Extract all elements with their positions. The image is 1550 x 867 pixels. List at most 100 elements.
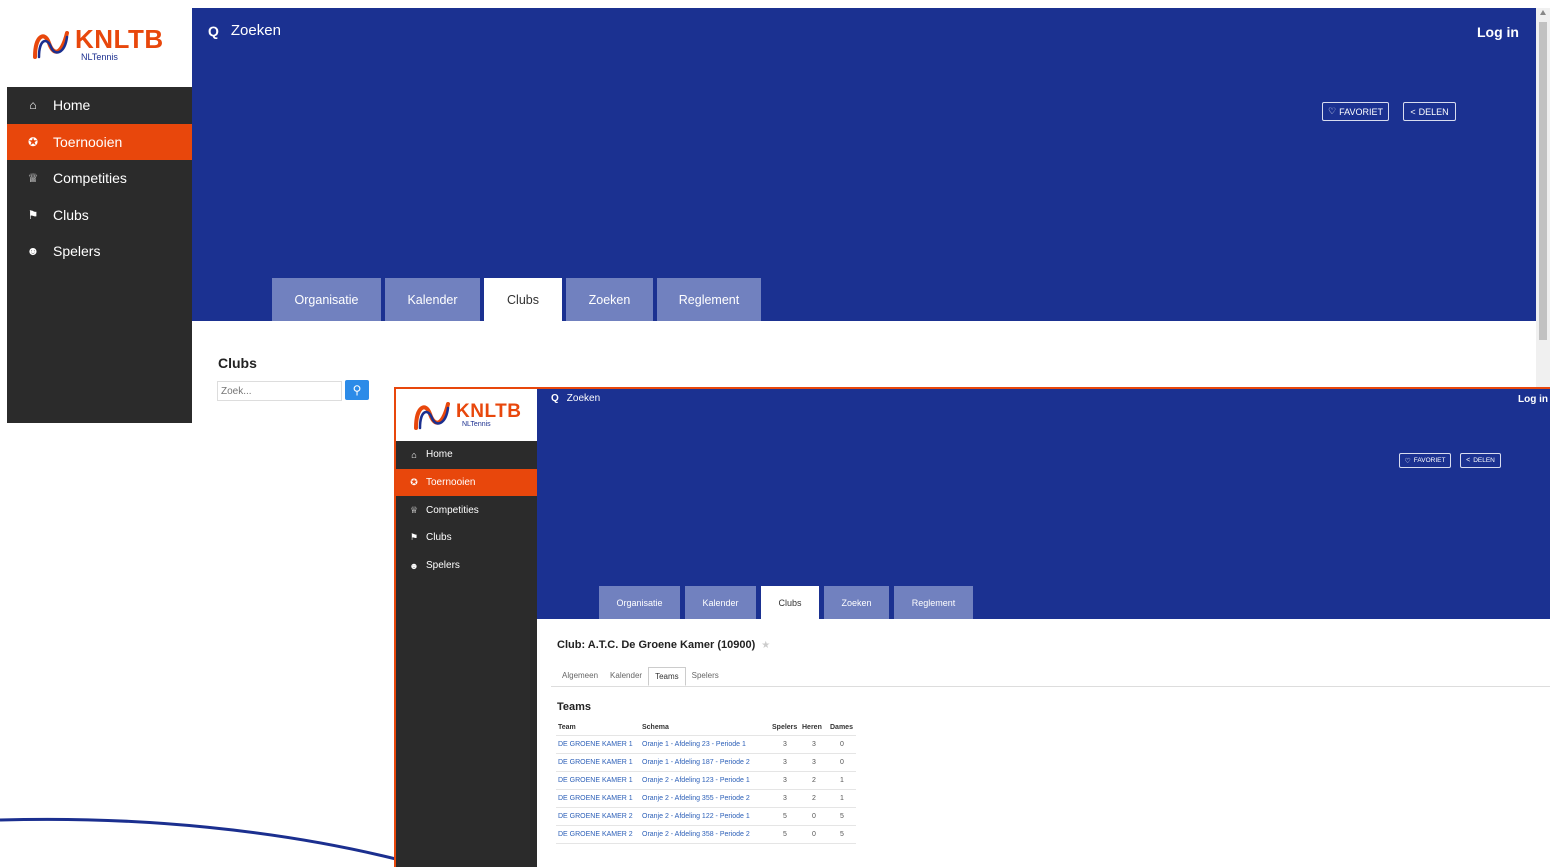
column-header-heren: Heren [802, 724, 822, 732]
inset-screenshot: KNLTB NLTennis ⌂ Home ✪ Toernooien ♕ Compet… [394, 387, 1550, 867]
dames-count: 0 [828, 734, 856, 753]
schema-link[interactable]: Oranje 1 - Afdeling 23 - Periode 1 [640, 734, 770, 753]
heart-icon: ♡ [1328, 106, 1337, 116]
team-link[interactable]: DE GROENE KAMER 1 [556, 770, 640, 789]
sidebar-item-home[interactable]: ⌂ Home [396, 441, 537, 469]
team-link[interactable]: DE GROENE KAMER 1 [556, 752, 640, 771]
favorite-button[interactable]: ♡ FAVORIET [1322, 102, 1389, 121]
inset-favorite-button[interactable]: ♡ FAVORIET [1399, 453, 1451, 468]
table-row: DE GROENE KAMER 1 Oranje 2 - Afdeling 12… [556, 770, 856, 789]
teams-section-title: Teams [557, 701, 592, 713]
home-icon: ⌂ [29, 98, 37, 113]
scrollbar[interactable] [1536, 8, 1550, 388]
club-title-text: Club: A.T.C. De Groene Kamer (10900) [557, 639, 756, 651]
schema-link[interactable]: Oranje 2 - Afdeling 122 - Periode 1 [640, 806, 770, 825]
sidebar-item-label: Home [426, 449, 453, 461]
schema-link[interactable]: Oranje 2 - Afdeling 355 - Periode 2 [640, 788, 770, 807]
knltb-logo-icon [33, 30, 69, 59]
tab-reglement[interactable]: Reglement [657, 278, 761, 321]
schema-link[interactable]: Oranje 1 - Afdeling 187 - Periode 2 [640, 752, 770, 771]
spelers-count: 3 [770, 752, 800, 771]
sidebar-item-competities[interactable]: ♕ Competities [396, 496, 537, 524]
sidebar-item-competities[interactable]: ♕ Competities [7, 160, 192, 197]
sidebar-item-label: Clubs [53, 206, 89, 223]
tab-reglement[interactable]: Reglement [894, 586, 973, 619]
inset-share-button[interactable]: < DELEN [1460, 453, 1501, 468]
tab-kalender[interactable]: Kalender [685, 586, 756, 619]
share-label: DELEN [1418, 106, 1449, 117]
sidebar-item-label: Toernooien [426, 477, 476, 489]
spelers-count: 3 [770, 788, 800, 807]
tab-kalender[interactable]: Kalender [385, 278, 480, 321]
scroll-up-arrow[interactable] [1540, 10, 1546, 15]
login-link[interactable]: Log in [1477, 24, 1519, 40]
tab-organisatie[interactable]: Organisatie [599, 586, 680, 619]
dames-count: 5 [828, 824, 856, 844]
sidebar-nav: ⌂ Home ✪ Toernooien ♕ Competities ⚑ Clubs ☻ S… [7, 87, 192, 270]
header-search[interactable]: Q Zoeken [208, 22, 281, 39]
inset-knltb-logo[interactable]: KNLTB NLTennis [396, 389, 537, 441]
tab-clubs[interactable]: Clubs [484, 278, 562, 321]
share-button[interactable]: < DELEN [1403, 102, 1456, 121]
page-title: Clubs [218, 355, 257, 371]
trophy-icon: ♕ [27, 171, 39, 186]
heren-count: 2 [800, 770, 828, 789]
header-search-label: Zoeken [566, 393, 601, 404]
club-title: Club: A.T.C. De Groene Kamer (10900) ★ [557, 639, 770, 651]
subtab-kalender[interactable]: Kalender [604, 667, 648, 686]
tab-clubs[interactable]: Clubs [761, 586, 819, 619]
team-link[interactable]: DE GROENE KAMER 1 [556, 788, 640, 807]
sidebar-item-label: Toernooien [53, 133, 123, 150]
club-search-button[interactable]: ⚲ [345, 380, 369, 400]
sidebar-item-spelers[interactable]: ☻ Spelers [7, 233, 192, 270]
logo-sub-text: NLTennis [462, 420, 491, 428]
subtab-teams[interactable]: Teams [648, 667, 686, 686]
spelers-count: 5 [770, 824, 800, 844]
tab-zoeken[interactable]: Zoeken [566, 278, 653, 321]
sidebar-item-label: Clubs [426, 532, 452, 544]
sidebar-item-home[interactable]: ⌂ Home [7, 87, 192, 124]
team-link[interactable]: DE GROENE KAMER 2 [556, 824, 640, 844]
dames-count: 0 [828, 752, 856, 771]
heren-count: 3 [800, 752, 828, 771]
subtab-algemeen[interactable]: Algemeen [556, 667, 604, 686]
table-row: DE GROENE KAMER 2 Oranje 2 - Afdeling 12… [556, 806, 856, 825]
logo-brand-text: KNLTB [75, 23, 164, 54]
tab-zoeken[interactable]: Zoeken [824, 586, 889, 619]
sidebar-item-spelers[interactable]: ☻ Spelers [396, 552, 537, 580]
knltb-logo[interactable]: KNLTB NLTennis [7, 0, 192, 87]
inset-header-search[interactable]: Q Zoeken [551, 393, 600, 404]
table-row: DE GROENE KAMER 1 Oranje 1 - Afdeling 18… [556, 752, 856, 771]
medal-icon: ✪ [410, 477, 418, 488]
sidebar-item-clubs[interactable]: ⚑ Clubs [396, 524, 537, 552]
schema-link[interactable]: Oranje 2 - Afdeling 358 - Periode 2 [640, 824, 770, 844]
share-label: DELEN [1473, 457, 1495, 464]
sidebar-item-label: Spelers [426, 560, 460, 572]
favorite-label: FAVORIET [1339, 106, 1383, 117]
schema-link[interactable]: Oranje 2 - Afdeling 123 - Periode 1 [640, 770, 770, 789]
annotation-curve [0, 817, 400, 862]
screenshot-canvas: KNLTB NLTennis ⌂ Home ✪ Toernooien ♕ Compet… [0, 0, 1550, 867]
table-row: DE GROENE KAMER 1 Oranje 1 - Afdeling 23… [556, 734, 856, 753]
tab-organisatie[interactable]: Organisatie [272, 278, 381, 321]
sidebar-item-label: Home [53, 97, 91, 114]
table-row: DE GROENE KAMER 2 Oranje 2 - Afdeling 35… [556, 824, 856, 844]
dames-count: 1 [828, 788, 856, 807]
team-link[interactable]: DE GROENE KAMER 1 [556, 734, 640, 753]
inset-login-link[interactable]: Log in [1518, 394, 1548, 405]
star-icon[interactable]: ★ [761, 640, 770, 651]
sidebar-item-label: Competities [426, 504, 479, 516]
sidebar-item-toernooien[interactable]: ✪ Toernooien [7, 123, 192, 160]
sidebar-item-toernooien[interactable]: ✪ Toernooien [396, 468, 537, 497]
spelers-count: 3 [770, 770, 800, 789]
home-icon: ⌂ [411, 449, 417, 460]
club-search-input[interactable] [217, 381, 342, 401]
subtab-spelers[interactable]: Spelers [686, 667, 725, 686]
team-link[interactable]: DE GROENE KAMER 2 [556, 806, 640, 825]
logo-sub-text: NLTennis [81, 51, 118, 62]
scrollbar-thumb[interactable] [1539, 22, 1547, 340]
sidebar-item-clubs[interactable]: ⚑ Clubs [7, 197, 192, 234]
heren-count: 0 [800, 824, 828, 844]
club-subtabs: Algemeen Kalender Teams Spelers [556, 667, 725, 686]
spelers-count: 5 [770, 806, 800, 825]
